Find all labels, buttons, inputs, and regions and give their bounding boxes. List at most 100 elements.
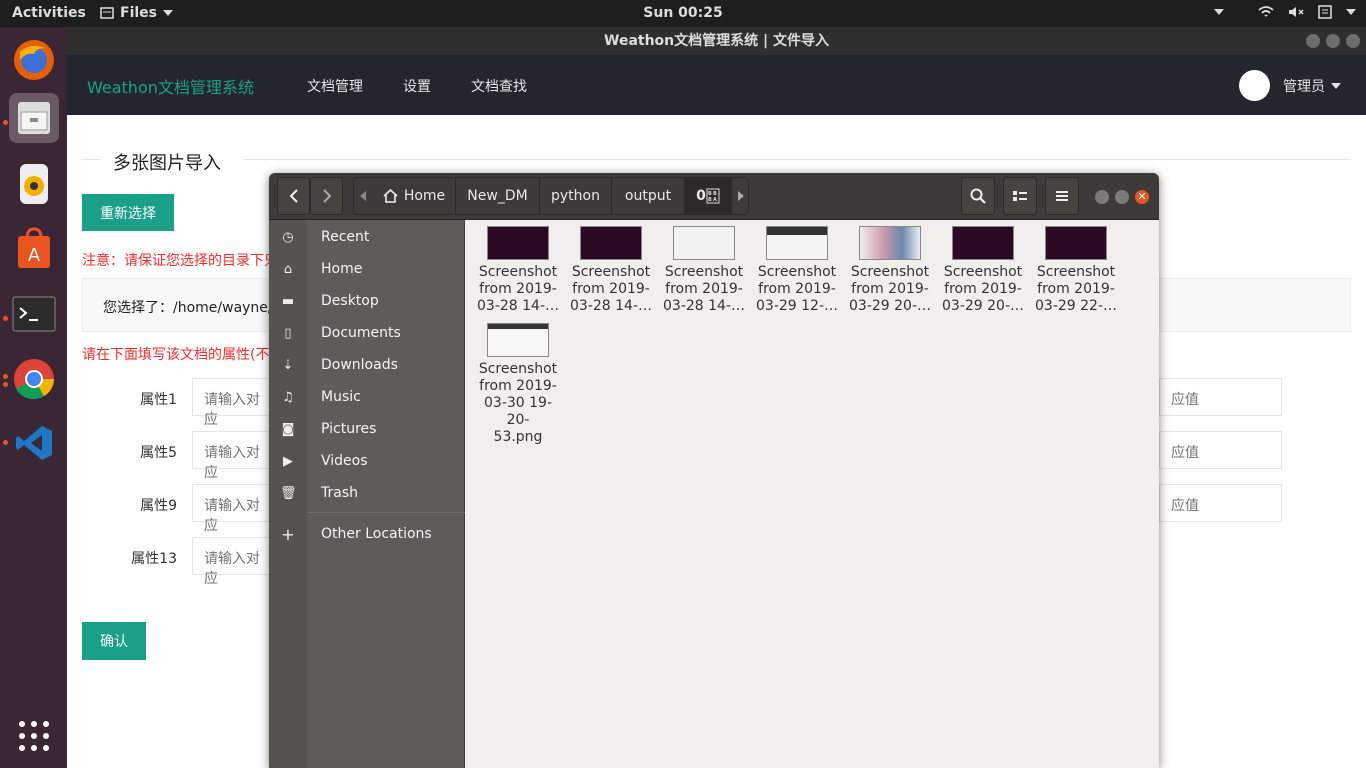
plus-icon: + xyxy=(281,525,295,544)
nav-document-management[interactable]: 文档管理 xyxy=(307,76,363,96)
reselect-button[interactable]: 重新选择 xyxy=(82,194,174,231)
files-icon[interactable] xyxy=(9,93,59,143)
path-scroll-left[interactable] xyxy=(353,177,373,215)
vscode-icon[interactable] xyxy=(9,418,59,468)
clipboard-icon[interactable] xyxy=(1318,4,1332,19)
forward-button[interactable] xyxy=(310,177,343,215)
file-name-line: Screenshot xyxy=(571,264,651,280)
attr-input-9[interactable]: 请输入对应 xyxy=(192,484,272,534)
image-thumbnail xyxy=(580,226,642,260)
rhythmbox-icon[interactable] xyxy=(9,159,59,209)
image-thumbnail xyxy=(859,226,921,260)
document-icon: ▯ xyxy=(284,326,292,341)
breadcrumb-label: 0 xyxy=(696,188,706,204)
system-tray[interactable] xyxy=(1214,4,1356,19)
image-thumbnail xyxy=(952,226,1014,260)
breadcrumb-output[interactable]: output xyxy=(612,177,685,215)
unknown-glyph-icon: B BB A xyxy=(706,188,720,204)
file-name-line: Screenshot xyxy=(478,361,558,377)
nav-document-search[interactable]: 文档查找 xyxy=(471,76,527,96)
sidebar-item-recent[interactable]: ◷ Recent xyxy=(269,222,465,254)
running-indicator xyxy=(3,316,8,321)
confirm-button[interactable]: 确认 xyxy=(82,622,146,660)
dock: A xyxy=(0,27,67,768)
sidebar-item-music[interactable]: ♫ Music xyxy=(269,382,465,414)
nav-settings[interactable]: 设置 xyxy=(403,76,431,96)
back-button[interactable] xyxy=(277,177,310,215)
file-name-line: from 2019- xyxy=(944,281,1022,297)
breadcrumb-home[interactable]: Home xyxy=(373,177,456,215)
sidebar-item-other-locations[interactable]: + Other Locations xyxy=(269,519,465,551)
avatar[interactable] xyxy=(1239,70,1270,101)
folder-icon: ▬ xyxy=(281,294,295,309)
file-name-line: 03-28 14-… xyxy=(477,298,559,314)
file-name-line: Screenshot xyxy=(478,264,558,280)
chrome-icon[interactable] xyxy=(9,354,59,404)
firefox-icon[interactable] xyxy=(9,35,59,85)
file-name-line: 03-28 14-… xyxy=(570,298,652,314)
sidebar-item-label: Desktop xyxy=(321,293,379,309)
sidebar-item-home[interactable]: ⌂ Home xyxy=(269,254,465,286)
attr-input-5[interactable]: 请输入对应 xyxy=(192,431,272,481)
svg-text:A: A xyxy=(28,245,41,266)
search-button[interactable] xyxy=(961,177,995,215)
chevron-right-icon xyxy=(322,189,331,203)
breadcrumb-new-dm[interactable]: New_DM xyxy=(456,177,540,215)
file-name-line: 03-30 19-20- xyxy=(484,395,552,428)
close-button[interactable] xyxy=(1346,34,1360,48)
terminal-icon[interactable] xyxy=(9,289,59,339)
svg-text:B: B xyxy=(708,197,712,203)
show-applications-icon[interactable] xyxy=(9,711,59,761)
attr-input-4[interactable]: 应值 xyxy=(1159,378,1282,416)
running-indicator xyxy=(3,382,8,387)
attr-input-12[interactable]: 应值 xyxy=(1159,484,1282,522)
trash-icon: 🗑 xyxy=(280,486,297,501)
close-button[interactable]: ✕ xyxy=(1135,190,1149,204)
input-placeholder: 请输入对应 xyxy=(204,445,260,481)
minimize-button[interactable] xyxy=(1306,34,1320,48)
window-title: Weathon文档管理系统 | 文件导入 xyxy=(604,33,829,49)
sidebar-item-documents[interactable]: ▯ Documents xyxy=(269,318,465,350)
app-menu[interactable]: Files xyxy=(100,5,173,21)
wifi-icon[interactable] xyxy=(1258,5,1274,19)
software-center-icon[interactable]: A xyxy=(9,223,59,273)
chevron-down-icon[interactable] xyxy=(1346,8,1356,15)
file-name-line: from 2019- xyxy=(479,378,557,394)
maximize-button[interactable] xyxy=(1326,34,1340,48)
sidebar-item-label: Documents xyxy=(321,325,401,341)
maximize-button[interactable] xyxy=(1115,190,1129,204)
sidebar-item-desktop[interactable]: ▬ Desktop xyxy=(269,286,465,318)
app-navbar: Weathon文档管理系统 文档管理 设置 文档查找 管理员 xyxy=(67,55,1366,115)
sidebar-item-trash[interactable]: 🗑 Trash xyxy=(269,478,465,510)
section-title: 多张图片导入 xyxy=(113,153,221,174)
sidebar-item-pictures[interactable]: ◙ Pictures xyxy=(269,414,465,446)
window-titlebar[interactable]: Weathon文档管理系统 | 文件导入 xyxy=(67,27,1366,55)
minimize-button[interactable] xyxy=(1095,190,1109,204)
sidebar-item-videos[interactable]: ▶ Videos xyxy=(269,446,465,478)
breadcrumb-current[interactable]: 0 BBBA xyxy=(685,177,732,215)
user-menu[interactable]: 管理员 xyxy=(1283,76,1341,96)
path-scroll-right[interactable] xyxy=(732,177,749,215)
breadcrumb-python[interactable]: python xyxy=(540,177,612,215)
view-toggle-button[interactable] xyxy=(1003,177,1037,215)
file-name-line: Screenshot xyxy=(850,264,930,280)
input-placeholder: 应值 xyxy=(1171,392,1199,408)
clock[interactable]: Sun 00:25 xyxy=(0,5,1366,21)
menu-button[interactable] xyxy=(1045,177,1079,215)
attr-input-13[interactable]: 请输入对应 xyxy=(192,537,272,587)
file-name-line: 03-29 20-… xyxy=(942,298,1024,314)
image-thumbnail xyxy=(487,323,549,357)
sidebar-item-downloads[interactable]: ⇣ Downloads xyxy=(269,350,465,382)
search-icon xyxy=(970,188,986,204)
volume-icon[interactable] xyxy=(1288,5,1304,19)
notice-text: 注意：请保证您选择的目录下只 xyxy=(82,253,278,269)
attr-input-1[interactable]: 请输入对应 xyxy=(192,378,272,428)
file-name-line: from 2019- xyxy=(851,281,929,297)
brand-logo[interactable]: Weathon文档管理系统 xyxy=(87,74,254,98)
attr-label-5: 属性5 xyxy=(140,445,177,461)
chevron-down-icon[interactable] xyxy=(1214,8,1224,15)
clock-icon: ◷ xyxy=(282,230,294,245)
file-chooser-window: Home New_DM python output 0 BBBA ✕ ◷ Rece… xyxy=(269,173,1159,768)
attr-input-8[interactable]: 应值 xyxy=(1159,431,1282,469)
activities-button[interactable]: Activities xyxy=(12,5,86,21)
